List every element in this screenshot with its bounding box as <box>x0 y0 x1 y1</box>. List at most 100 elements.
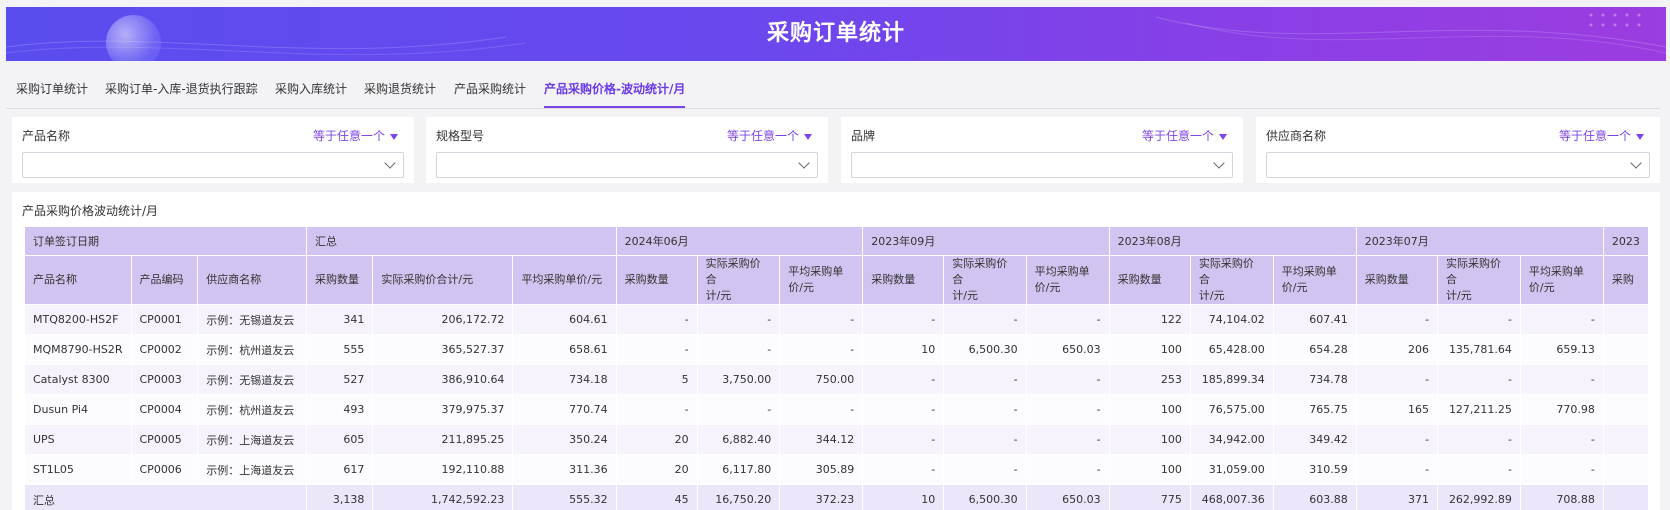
supplier-name-select[interactable] <box>1266 152 1650 178</box>
cell-sum-avg: 604.61 <box>512 304 617 335</box>
caret-down-icon <box>804 133 812 140</box>
cell-m2307-total: 127,211.25 <box>1437 394 1521 425</box>
col-header-product-name[interactable]: 产品名称 <box>24 255 132 305</box>
cell-product-code: CP0002 <box>130 334 199 365</box>
cell-m2308-qty: 253 <box>1108 364 1191 395</box>
col-header-total[interactable]: 实际采购价合 计/元 <box>696 255 781 305</box>
cell-total-m2309-qty: 10 <box>862 484 945 510</box>
table-row[interactable]: MQM8790-HS2R CP0002 示例：杭州道友云 555 365,527.37 6… <box>24 334 1649 365</box>
col-header-total[interactable]: 实际采购价合计/元 <box>372 255 514 305</box>
cell-product-name: MTQ8200-HS2F <box>24 304 132 335</box>
cell-product-code: CP0004 <box>130 394 199 425</box>
table-row[interactable]: ST1L05 CP0006 示例：上海道友云 617 192,110.88 311.36 2… <box>24 454 1649 485</box>
cell-m2309-total: - <box>943 454 1027 485</box>
col-header-qty[interactable]: 采购数量 <box>862 255 945 305</box>
col-header-qty[interactable]: 采购数量 <box>615 255 698 305</box>
cell-partial <box>1602 394 1649 425</box>
cell-m2308-qty: 122 <box>1108 304 1191 335</box>
cell-m2308-avg: 349.42 <box>1272 424 1357 455</box>
group-header-2024-06: 2024年06月 <box>615 226 864 256</box>
cell-m2307-avg: - <box>1519 304 1604 335</box>
table-row[interactable]: Catalyst 8300 CP0003 示例：无锡道友云 527 386,910.64… <box>24 364 1649 395</box>
cell-m2309-qty: - <box>862 424 945 455</box>
header-banner: 采购订单统计 <box>6 7 1666 61</box>
cell-product-code: CP0006 <box>130 454 199 485</box>
tab-product-purchase-stats[interactable]: 产品采购统计 <box>454 80 526 108</box>
cell-m2406-avg: 305.89 <box>779 454 864 485</box>
col-header-total[interactable]: 实际采购价合 计/元 <box>943 255 1027 305</box>
table-row[interactable]: MTQ8200-HS2F CP0001 示例：无锡道友云 341 206,172.72 6… <box>24 304 1649 335</box>
cell-m2309-qty: - <box>862 454 945 485</box>
cell-total-sum-avg: 555.32 <box>512 484 617 510</box>
tab-bar: 采购订单统计 采购订单-入库-退货执行跟踪 采购入库统计 采购退货统计 产品采购… <box>6 66 1660 109</box>
cell-m2308-avg: 310.59 <box>1272 454 1357 485</box>
cell-sum-qty: 341 <box>306 304 374 335</box>
cell-m2406-total: 3,750.00 <box>696 364 781 395</box>
cell-m2406-avg: 750.00 <box>779 364 864 395</box>
tab-order-tracking[interactable]: 采购订单-入库-退货执行跟踪 <box>105 80 258 108</box>
group-header-2023-08: 2023年08月 <box>1108 226 1357 256</box>
col-header-qty-partial[interactable]: 采购 <box>1602 255 1649 305</box>
cell-m2309-qty: - <box>862 364 945 395</box>
col-header-avg[interactable]: 平均采购单 价/元 <box>1025 255 1110 305</box>
filter-operator[interactable]: 等于任意一个 <box>1559 127 1644 144</box>
table-row-total[interactable]: 汇总 3,138 1,742,592.23 555.32 45 16,750.20 372.… <box>24 484 1649 510</box>
header-order-date: 订单签订日期 <box>24 226 308 256</box>
col-header-avg[interactable]: 平均采购单 价/元 <box>779 255 864 305</box>
brand-select[interactable] <box>851 152 1233 178</box>
cell-m2309-qty: 10 <box>862 334 945 365</box>
tab-purchase-order-stats[interactable]: 采购订单统计 <box>16 80 88 108</box>
stats-panel: 产品采购价格波动统计/月 订单签订日期 汇总 2024年06月 2023年09月… <box>12 192 1660 510</box>
cell-total-m2406-avg: 372.23 <box>779 484 864 510</box>
col-header-avg[interactable]: 平均采购单 价/元 <box>1272 255 1357 305</box>
cell-m2308-qty: 100 <box>1108 334 1191 365</box>
chevron-down-icon <box>798 157 810 169</box>
cell-supplier: 示例：杭州道友云 <box>197 394 308 425</box>
col-header-avg[interactable]: 平均采购单价/元 <box>512 255 617 305</box>
col-header-qty[interactable]: 采购数量 <box>1355 255 1439 305</box>
spec-model-select[interactable] <box>436 152 818 178</box>
filter-operator[interactable]: 等于任意一个 <box>1142 127 1227 144</box>
cell-m2406-total: 6,117.80 <box>696 454 781 485</box>
col-header-total[interactable]: 实际采购价合 计/元 <box>1189 255 1274 305</box>
group-header-2023-07: 2023年07月 <box>1355 226 1604 256</box>
cell-supplier: 示例：上海道友云 <box>197 454 308 485</box>
table-row[interactable]: UPS CP0005 示例：上海道友云 605 211,895.25 350.24 20 6,… <box>24 424 1649 455</box>
filter-operator[interactable]: 等于任意一个 <box>727 127 812 144</box>
caret-down-icon <box>1219 133 1227 140</box>
cell-m2406-total: - <box>696 304 781 335</box>
cell-m2307-qty: 206 <box>1355 334 1439 365</box>
cell-total-m2406-qty: 45 <box>615 484 698 510</box>
chevron-down-icon <box>1213 157 1225 169</box>
cell-m2307-total: - <box>1437 364 1521 395</box>
cell-m2406-avg: - <box>779 334 864 365</box>
cell-m2308-qty: 100 <box>1108 424 1191 455</box>
cell-m2406-qty: 5 <box>615 364 698 395</box>
product-name-select[interactable] <box>22 152 404 178</box>
filter-label: 产品名称 <box>22 129 71 143</box>
tab-return-stats[interactable]: 采购退货统计 <box>364 80 436 108</box>
table-body: MTQ8200-HS2F CP0001 示例：无锡道友云 341 206,172.72 6… <box>24 304 1649 510</box>
pivot-table: 订单签订日期 汇总 2024年06月 2023年09月 2023年08月 202… <box>24 226 1649 510</box>
col-header-total[interactable]: 实际采购价合 计/元 <box>1437 255 1521 305</box>
col-header-product-code[interactable]: 产品编码 <box>130 255 199 305</box>
table-row[interactable]: Dusun Pi4 CP0004 示例：杭州道友云 493 379,975.37 770.… <box>24 394 1649 425</box>
cell-supplier: 示例：杭州道友云 <box>197 334 308 365</box>
group-header-2023-09: 2023年09月 <box>862 226 1110 256</box>
cell-m2307-avg: - <box>1519 424 1604 455</box>
col-header-qty[interactable]: 采购数量 <box>1108 255 1191 305</box>
tab-price-fluctuation[interactable]: 产品采购价格-波动统计/月 <box>544 80 686 108</box>
filter-label: 供应商名称 <box>1266 129 1327 143</box>
col-header-supplier[interactable]: 供应商名称 <box>197 255 308 305</box>
cell-total-label: 汇总 <box>24 484 308 510</box>
tab-inbound-stats[interactable]: 采购入库统计 <box>275 80 347 108</box>
pivot-table-container[interactable]: 订单签订日期 汇总 2024年06月 2023年09月 2023年08月 202… <box>24 226 1649 510</box>
filter-operator[interactable]: 等于任意一个 <box>313 127 398 144</box>
cell-total-m2309-avg: 650.03 <box>1025 484 1110 510</box>
cell-sum-avg: 658.61 <box>512 334 617 365</box>
cell-sum-total: 206,172.72 <box>372 304 514 335</box>
col-header-qty[interactable]: 采购数量 <box>306 255 374 305</box>
cell-product-name: ST1L05 <box>24 454 132 485</box>
col-header-avg[interactable]: 平均采购单 价/元 <box>1519 255 1604 305</box>
cell-supplier: 示例：无锡道友云 <box>197 364 308 395</box>
